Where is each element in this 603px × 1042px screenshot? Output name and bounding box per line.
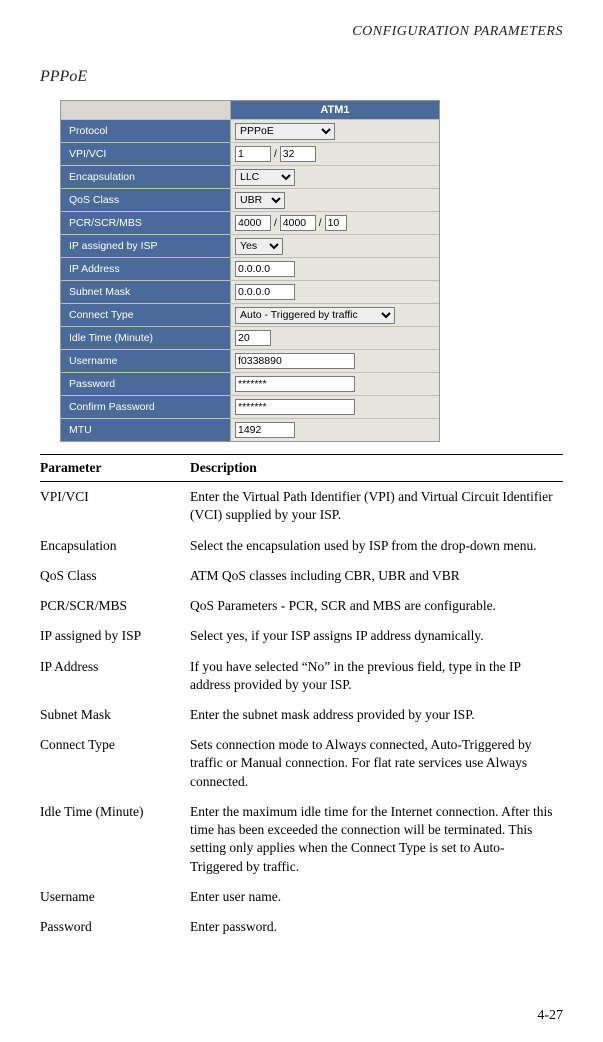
username-input[interactable] <box>235 353 355 369</box>
scr-input[interactable] <box>280 215 316 231</box>
param-desc: Enter the Virtual Path Identifier (VPI) … <box>190 482 563 531</box>
param-desc: Enter user name. <box>190 882 563 912</box>
vci-input[interactable] <box>280 146 316 162</box>
param-desc: Sets connection mode to Always connected… <box>190 730 563 797</box>
ip-address-input[interactable] <box>235 261 295 277</box>
idle-input[interactable] <box>235 330 271 346</box>
page-header: CONFIGURATION PARAMETERS <box>40 24 563 40</box>
label-ip-assigned: IP assigned by ISP <box>61 235 231 257</box>
atm-config-panel: ATM1 Protocol PPPoE VPI/VCI / Encapsulat… <box>60 100 440 442</box>
slash-sep-3: / <box>319 218 322 229</box>
encapsulation-select[interactable]: LLC <box>235 169 295 186</box>
slash-sep: / <box>274 149 277 160</box>
table-row: UsernameEnter user name. <box>40 882 563 912</box>
table-row: Connect TypeSets connection mode to Alwa… <box>40 730 563 797</box>
param-name: QoS Class <box>40 561 190 591</box>
label-protocol: Protocol <box>61 120 231 142</box>
table-row: PasswordEnter password. <box>40 912 563 942</box>
table-row: IP AddressIf you have selected “No” in t… <box>40 652 563 700</box>
parameter-table: Parameter Description VPI/VCIEnter the V… <box>40 454 563 942</box>
qos-select[interactable]: UBR <box>235 192 285 209</box>
connect-type-select[interactable]: Auto - Triggered by traffic <box>235 307 395 324</box>
section-title: PPPoE <box>40 68 563 86</box>
param-desc: Enter password. <box>190 912 563 942</box>
table-row: IP assigned by ISPSelect yes, if your IS… <box>40 621 563 651</box>
param-desc: Select the encapsulation used by ISP fro… <box>190 531 563 561</box>
param-name: Password <box>40 912 190 942</box>
confirm-password-input[interactable] <box>235 399 355 415</box>
label-password: Password <box>61 373 231 395</box>
param-name: IP Address <box>40 652 190 700</box>
label-idle: Idle Time (Minute) <box>61 327 231 349</box>
mbs-input[interactable] <box>325 215 347 231</box>
password-input[interactable] <box>235 376 355 392</box>
table-row: VPI/VCIEnter the Virtual Path Identifier… <box>40 482 563 531</box>
table-row: Idle Time (Minute)Enter the maximum idle… <box>40 797 563 882</box>
subnet-input[interactable] <box>235 284 295 300</box>
param-name: Subnet Mask <box>40 700 190 730</box>
param-desc: QoS Parameters - PCR, SCR and MBS are co… <box>190 591 563 621</box>
th-parameter: Parameter <box>40 455 190 482</box>
table-row: PCR/SCR/MBSQoS Parameters - PCR, SCR and… <box>40 591 563 621</box>
param-name: Connect Type <box>40 730 190 797</box>
param-desc: ATM QoS classes including CBR, UBR and V… <box>190 561 563 591</box>
param-name: VPI/VCI <box>40 482 190 531</box>
param-name: Idle Time (Minute) <box>40 797 190 882</box>
label-ip-address: IP Address <box>61 258 231 280</box>
page-number: 4-27 <box>537 1008 563 1024</box>
table-row: EncapsulationSelect the encapsulation us… <box>40 531 563 561</box>
label-encapsulation: Encapsulation <box>61 166 231 188</box>
label-qos: QoS Class <box>61 189 231 211</box>
param-name: IP assigned by ISP <box>40 621 190 651</box>
ip-assigned-select[interactable]: Yes <box>235 238 283 255</box>
table-row: Subnet MaskEnter the subnet mask address… <box>40 700 563 730</box>
label-vpi-vci: VPI/VCI <box>61 143 231 165</box>
mtu-input[interactable] <box>235 422 295 438</box>
param-desc: Select yes, if your ISP assigns IP addre… <box>190 621 563 651</box>
table-row: QoS ClassATM QoS classes including CBR, … <box>40 561 563 591</box>
param-desc: If you have selected “No” in the previou… <box>190 652 563 700</box>
param-name: Encapsulation <box>40 531 190 561</box>
th-description: Description <box>190 455 563 482</box>
param-name: PCR/SCR/MBS <box>40 591 190 621</box>
param-desc: Enter the subnet mask address provided b… <box>190 700 563 730</box>
vpi-input[interactable] <box>235 146 271 162</box>
label-confirm-password: Confirm Password <box>61 396 231 418</box>
pcr-input[interactable] <box>235 215 271 231</box>
atm-header-spacer <box>61 101 231 119</box>
label-username: Username <box>61 350 231 372</box>
label-mtu: MTU <box>61 419 231 441</box>
label-connect-type: Connect Type <box>61 304 231 326</box>
param-name: Username <box>40 882 190 912</box>
protocol-select[interactable]: PPPoE <box>235 123 335 140</box>
label-subnet: Subnet Mask <box>61 281 231 303</box>
param-desc: Enter the maximum idle time for the Inte… <box>190 797 563 882</box>
label-pcr: PCR/SCR/MBS <box>61 212 231 234</box>
atm-title: ATM1 <box>231 101 439 119</box>
slash-sep-2: / <box>274 218 277 229</box>
